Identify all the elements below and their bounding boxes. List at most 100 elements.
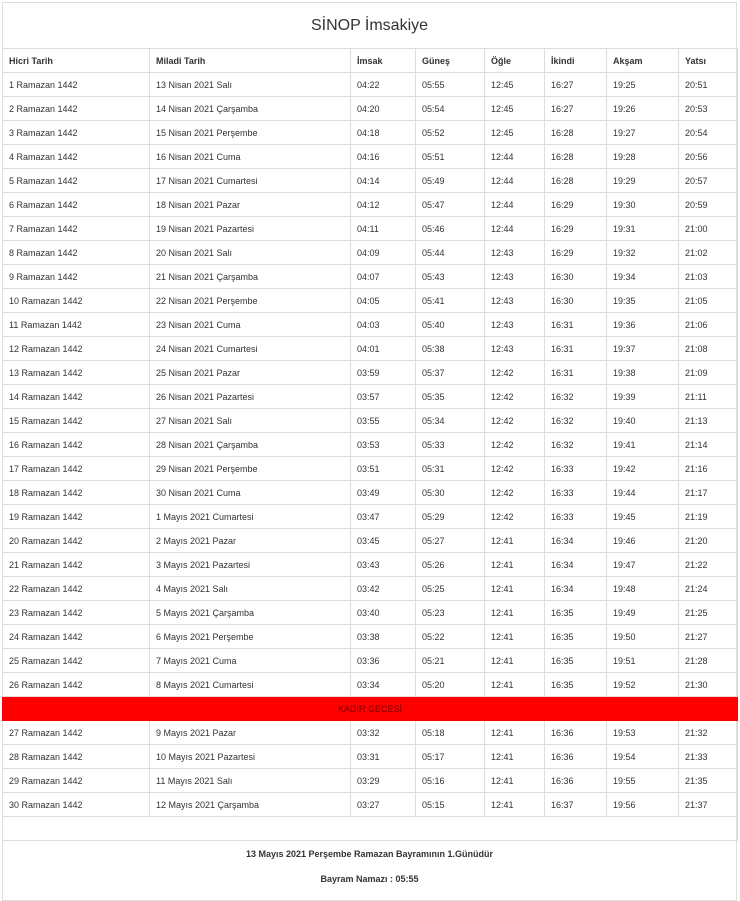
ikindi-cell: 16:36 <box>544 720 607 745</box>
yatsi-cell: 21:16 <box>678 456 738 481</box>
aksam-cell: 19:32 <box>606 240 679 265</box>
gunes-cell: 05:40 <box>415 312 485 337</box>
col-header-hicri: Hicri Tarih <box>2 48 150 73</box>
imsak-cell: 04:03 <box>350 312 416 337</box>
ikindi-cell: 16:37 <box>544 792 607 817</box>
miladi-date-cell: 2 Mayıs 2021 Pazar <box>149 528 351 553</box>
ogle-cell: 12:43 <box>484 240 545 265</box>
table-row: 25 Ramazan 1442 7 Mayıs 2021 Cuma 03:36 05:… <box>2 648 738 673</box>
hicri-date-cell: 28 Ramazan 1442 <box>2 744 150 769</box>
gunes-cell: 05:37 <box>415 360 485 385</box>
yatsi-cell: 21:09 <box>678 360 738 385</box>
ogle-cell: 12:41 <box>484 672 545 697</box>
aksam-cell: 19:52 <box>606 672 679 697</box>
hicri-date-cell: 12 Ramazan 1442 <box>2 336 150 361</box>
table-row: 11 Ramazan 1442 23 Nisan 2021 Cuma 04:03 05… <box>2 312 738 337</box>
hicri-date-cell: 8 Ramazan 1442 <box>2 240 150 265</box>
yatsi-cell: 21:14 <box>678 432 738 457</box>
yatsi-cell: 21:27 <box>678 624 738 649</box>
ogle-cell: 12:43 <box>484 288 545 313</box>
yatsi-cell: 21:33 <box>678 744 738 769</box>
gunes-cell: 05:47 <box>415 192 485 217</box>
miladi-date-cell: 6 Mayıs 2021 Perşembe <box>149 624 351 649</box>
aksam-cell: 19:39 <box>606 384 679 409</box>
ikindi-cell: 16:32 <box>544 384 607 409</box>
ikindi-cell: 16:35 <box>544 624 607 649</box>
hicri-date-cell: 3 Ramazan 1442 <box>2 120 150 145</box>
imsak-cell: 03:32 <box>350 720 416 745</box>
miladi-date-cell: 9 Mayıs 2021 Pazar <box>149 720 351 745</box>
miladi-date-cell: 22 Nisan 2021 Perşembe <box>149 288 351 313</box>
table-row: 28 Ramazan 1442 10 Mayıs 2021 Pazartesi 03… <box>2 744 738 769</box>
imsak-cell: 04:09 <box>350 240 416 265</box>
table-row: 26 Ramazan 1442 8 Mayıs 2021 Cumartesi 03:… <box>2 672 738 697</box>
aksam-cell: 19:27 <box>606 120 679 145</box>
table-row: 29 Ramazan 1442 11 Mayıs 2021 Salı 03:29 05… <box>2 768 738 793</box>
ogle-cell: 12:43 <box>484 312 545 337</box>
gunes-cell: 05:49 <box>415 168 485 193</box>
table-row: 16 Ramazan 1442 28 Nisan 2021 Çarşamba 03:… <box>2 432 738 457</box>
table-row: 14 Ramazan 1442 26 Nisan 2021 Pazartesi 03… <box>2 384 738 409</box>
ogle-cell: 12:43 <box>484 264 545 289</box>
imsak-cell: 03:34 <box>350 672 416 697</box>
table-row: 2 Ramazan 1442 14 Nisan 2021 Çarşamba 04:2… <box>2 96 738 121</box>
aksam-cell: 19:49 <box>606 600 679 625</box>
ikindi-cell: 16:32 <box>544 408 607 433</box>
imsak-cell: 03:36 <box>350 648 416 673</box>
miladi-date-cell: 11 Mayıs 2021 Salı <box>149 768 351 793</box>
imsak-cell: 04:14 <box>350 168 416 193</box>
imsak-cell: 04:22 <box>350 72 416 97</box>
aksam-cell: 19:37 <box>606 336 679 361</box>
aksam-cell: 19:31 <box>606 216 679 241</box>
imsak-cell: 03:57 <box>350 384 416 409</box>
ogle-cell: 12:43 <box>484 336 545 361</box>
ikindi-cell: 16:34 <box>544 576 607 601</box>
hicri-date-cell: 20 Ramazan 1442 <box>2 528 150 553</box>
gunes-cell: 05:17 <box>415 744 485 769</box>
miladi-date-cell: 30 Nisan 2021 Cuma <box>149 480 351 505</box>
table-row: 23 Ramazan 1442 5 Mayıs 2021 Çarşamba 03:4… <box>2 600 738 625</box>
aksam-cell: 19:56 <box>606 792 679 817</box>
miladi-date-cell: 12 Mayıs 2021 Çarşamba <box>149 792 351 817</box>
yatsi-cell: 21:19 <box>678 504 738 529</box>
table-row: 12 Ramazan 1442 24 Nisan 2021 Cumartesi 04… <box>2 336 738 361</box>
bayram-day-text: 13 Mayıs 2021 Perşembe Ramazan Bayramını… <box>245 849 494 859</box>
miladi-date-cell: 17 Nisan 2021 Cumartesi <box>149 168 351 193</box>
hicri-date-cell: 24 Ramazan 1442 <box>2 624 150 649</box>
table-row: 24 Ramazan 1442 6 Mayıs 2021 Perşembe 03:3… <box>2 624 738 649</box>
ogle-cell: 12:41 <box>484 792 545 817</box>
table-row: 17 Ramazan 1442 29 Nisan 2021 Perşembe 03:… <box>2 456 738 481</box>
aksam-cell: 19:51 <box>606 648 679 673</box>
ogle-cell: 12:44 <box>484 192 545 217</box>
table-body-after: 27 Ramazan 1442 9 Mayıs 2021 Pazar 03:32 05… <box>2 720 738 817</box>
table-row: 13 Ramazan 1442 25 Nisan 2021 Pazar 03:59 0… <box>2 360 738 385</box>
hicri-date-cell: 13 Ramazan 1442 <box>2 360 150 385</box>
gunes-cell: 05:38 <box>415 336 485 361</box>
imsak-cell: 03:45 <box>350 528 416 553</box>
hicri-date-cell: 14 Ramazan 1442 <box>2 384 150 409</box>
miladi-date-cell: 4 Mayıs 2021 Salı <box>149 576 351 601</box>
bayram-namazi-text: Bayram Namazı : 05:55 <box>320 874 419 884</box>
gunes-cell: 05:29 <box>415 504 485 529</box>
col-header-gunes: Güneş <box>415 48 485 73</box>
aksam-cell: 19:48 <box>606 576 679 601</box>
hicri-date-cell: 11 Ramazan 1442 <box>2 312 150 337</box>
yatsi-cell: 21:25 <box>678 600 738 625</box>
hicri-date-cell: 18 Ramazan 1442 <box>2 480 150 505</box>
ikindi-cell: 16:29 <box>544 216 607 241</box>
gunes-cell: 05:51 <box>415 144 485 169</box>
miladi-date-cell: 8 Mayıs 2021 Cumartesi <box>149 672 351 697</box>
imsak-cell: 03:47 <box>350 504 416 529</box>
hicri-date-cell: 10 Ramazan 1442 <box>2 288 150 313</box>
yatsi-cell: 21:02 <box>678 240 738 265</box>
table-row: 9 Ramazan 1442 21 Nisan 2021 Çarşamba 04:0… <box>2 264 738 289</box>
ogle-cell: 12:41 <box>484 576 545 601</box>
aksam-cell: 19:30 <box>606 192 679 217</box>
yatsi-cell: 21:35 <box>678 768 738 793</box>
ogle-cell: 12:42 <box>484 504 545 529</box>
ikindi-cell: 16:29 <box>544 192 607 217</box>
yatsi-cell: 21:20 <box>678 528 738 553</box>
hicri-date-cell: 23 Ramazan 1442 <box>2 600 150 625</box>
table-row: 15 Ramazan 1442 27 Nisan 2021 Salı 03:55 05… <box>2 408 738 433</box>
ikindi-cell: 16:33 <box>544 504 607 529</box>
